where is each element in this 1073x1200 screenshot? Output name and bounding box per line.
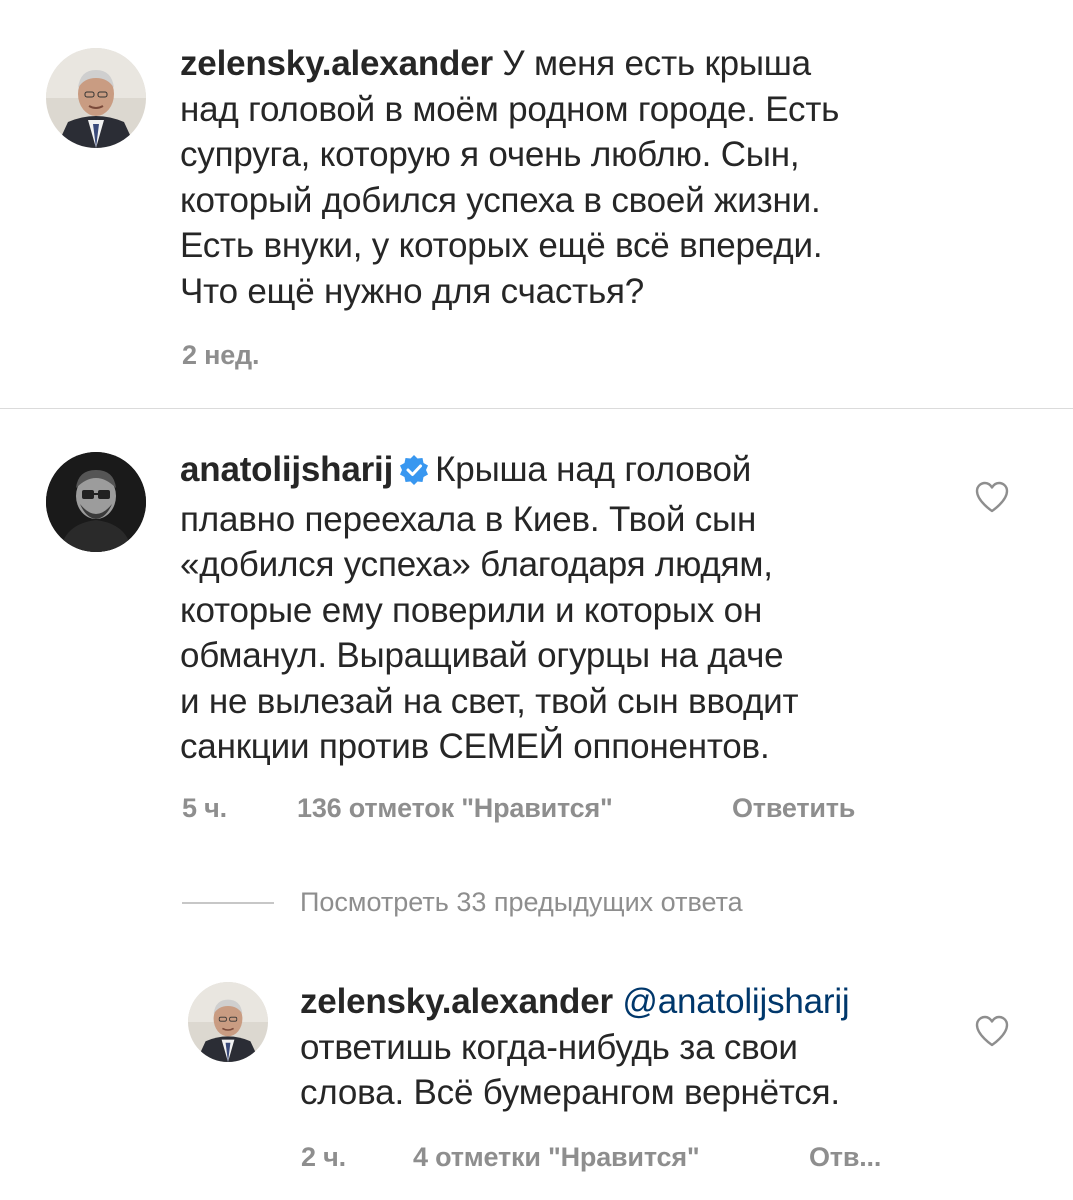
verified-badge-icon [399, 451, 429, 497]
comment-text-line: У меня есть крыша [502, 44, 811, 83]
avatar[interactable] [46, 48, 146, 148]
username[interactable]: zelensky.alexander [300, 982, 613, 1021]
username[interactable]: anatolijsharij [180, 450, 393, 489]
comment-text-line: и не вылезай на свет, твой сын вводит [180, 681, 799, 721]
divider [0, 408, 1073, 409]
comment-text-line: Что ещё нужно для счастья? [180, 271, 645, 311]
comment-text-line: Есть внуки, у которых ещё всё впереди. [180, 226, 823, 265]
comment-text-line: которые ему поверили и которых он [180, 590, 763, 630]
username[interactable]: zelensky.alexander [180, 44, 493, 83]
comment-text-line: «добился успеха» благодаря людям, [180, 545, 773, 584]
comment-time: 5 ч. [182, 793, 227, 823]
comment-text-line: который добился успеха в своей жизни. [180, 180, 821, 220]
comment-text-line: слова. Всё бумерангом вернётся. [300, 1073, 840, 1112]
comment-text-line: ответишь когда-нибудь за свои [300, 1027, 798, 1067]
likes-count[interactable]: 136 отметок "Нравится" [297, 793, 613, 824]
replies-divider-line [182, 902, 274, 904]
mention-link[interactable]: @anatolijsharij [622, 982, 849, 1021]
comment-text-line: плавно переехала в Киев. Твой сын [180, 499, 757, 539]
comment-text-line: санкции против СЕМЕЙ оппонентов. [180, 727, 770, 766]
comment-time: 2 нед. [182, 340, 260, 370]
heart-outline-icon[interactable] [974, 480, 1010, 519]
avatar[interactable] [188, 982, 268, 1062]
comment-text-line: Крыша над головой [435, 450, 752, 489]
avatar[interactable] [46, 452, 146, 552]
comment-text-line: обманул. Выращивай огурцы на даче [180, 636, 784, 675]
heart-outline-icon[interactable] [974, 1014, 1010, 1053]
reply-button[interactable]: Отв... [809, 1142, 881, 1173]
comment-time: 2 ч. [301, 1142, 346, 1172]
view-previous-replies-button[interactable]: Посмотреть 33 предыдущих ответа [300, 887, 743, 918]
reply-button[interactable]: Ответить [732, 793, 855, 824]
likes-count[interactable]: 4 отметки "Нравится" [413, 1142, 700, 1173]
comment-text-line: супруга, которую я очень люблю. Сын, [180, 135, 800, 174]
comment-text-line: над головой в моём родном городе. Есть [180, 89, 840, 129]
